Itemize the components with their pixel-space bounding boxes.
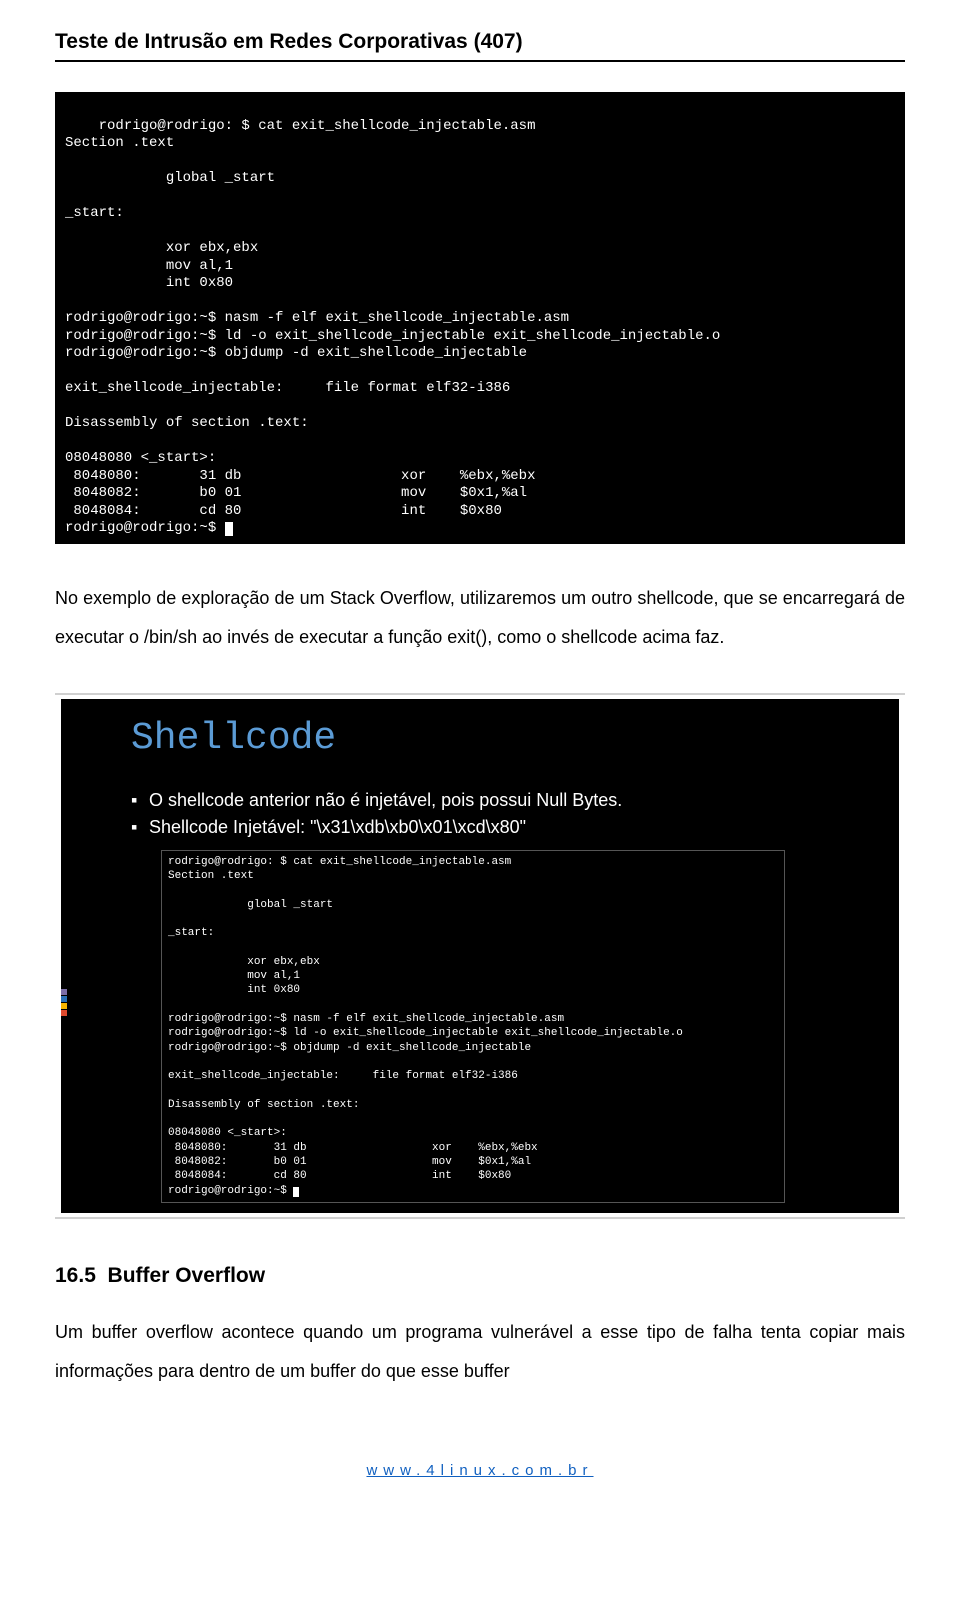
- page-header-title: Teste de Intrusão em Redes Corporativas …: [55, 30, 905, 54]
- section-number: 16.5: [55, 1264, 96, 1287]
- bullet-icon: ▪: [131, 817, 149, 838]
- terminal-output-1: rodrigo@rodrigo: $ cat exit_shellcode_in…: [55, 92, 905, 544]
- terminal-line: 08048080 <_start>:: [65, 450, 216, 466]
- body-paragraph-2: Um buffer overflow acontece quando um pr…: [55, 1313, 905, 1392]
- terminal-line: rodrigo@rodrigo:~$ nasm -f elf exit_shel…: [65, 310, 569, 326]
- slide-title: Shellcode: [101, 717, 859, 760]
- terminal-line: exit_shellcode_injectable: file format e…: [65, 380, 510, 396]
- terminal-line: exit_shellcode_injectable: file format e…: [168, 1070, 518, 1082]
- terminal-line: rodrigo@rodrigo:~$ ld -o exit_shellcode_…: [65, 328, 720, 344]
- accent-block: [61, 1010, 67, 1016]
- terminal-line: 08048080 <_start>:: [168, 1127, 287, 1139]
- cursor-icon: [225, 522, 233, 536]
- terminal-line: int 0x80: [168, 984, 300, 996]
- terminal-line: xor ebx,ebx: [65, 240, 258, 256]
- terminal-line: int 0x80: [65, 275, 233, 291]
- header-rule: [55, 60, 905, 62]
- accent-block: [61, 1003, 67, 1009]
- terminal-line: mov al,1: [65, 258, 233, 274]
- slide-accent-stripe: [61, 989, 67, 1017]
- slide: Shellcode ▪ O shellcode anterior não é i…: [61, 699, 899, 1213]
- terminal-line: global _start: [65, 170, 275, 186]
- terminal-line: 8048084: cd 80 int $0x80: [168, 1170, 511, 1182]
- slide-bullet-text: O shellcode anterior não é injetável, po…: [149, 790, 622, 811]
- terminal-line: Disassembly of section .text:: [65, 415, 309, 431]
- terminal-line: global _start: [168, 899, 333, 911]
- terminal-line: rodrigo@rodrigo: $ cat exit_shellcode_in…: [99, 118, 536, 134]
- cursor-icon: [293, 1187, 299, 1197]
- accent-block: [61, 996, 67, 1002]
- slide-mini-terminal: rodrigo@rodrigo: $ cat exit_shellcode_in…: [161, 850, 785, 1203]
- terminal-line: 8048080: 31 db xor %ebx,%ebx: [65, 468, 535, 484]
- terminal-line: 8048080: 31 db xor %ebx,%ebx: [168, 1142, 538, 1154]
- terminal-line: _start:: [65, 205, 124, 221]
- terminal-line: 8048082: b0 01 mov $0x1,%al: [65, 485, 527, 501]
- terminal-line: rodrigo@rodrigo:~$ nasm -f elf exit_shel…: [168, 1013, 564, 1025]
- section-title: Buffer Overflow: [108, 1264, 266, 1287]
- terminal-line: rodrigo@rodrigo:~$ ld -o exit_shellcode_…: [168, 1027, 683, 1039]
- terminal-line: 8048082: b0 01 mov $0x1,%al: [168, 1156, 531, 1168]
- terminal-line: rodrigo@rodrigo: $ cat exit_shellcode_in…: [168, 856, 511, 868]
- slide-container: Shellcode ▪ O shellcode anterior não é i…: [55, 693, 905, 1219]
- terminal-line: Disassembly of section .text:: [168, 1099, 359, 1111]
- terminal-line: _start:: [168, 927, 214, 939]
- bullet-icon: ▪: [131, 790, 149, 811]
- terminal-line: xor ebx,ebx: [168, 956, 320, 968]
- section-heading: 16.5 Buffer Overflow: [55, 1264, 905, 1288]
- accent-block: [61, 989, 67, 995]
- terminal-line: Section .text: [168, 870, 254, 882]
- terminal-line: mov al,1: [168, 970, 300, 982]
- slide-bullet-text: Shellcode Injetável: "\x31\xdb\xb0\x01\x…: [149, 817, 526, 838]
- terminal-prompt-end: rodrigo@rodrigo:~$: [65, 520, 225, 536]
- terminal-line: rodrigo@rodrigo:~$ objdump -d exit_shell…: [65, 345, 527, 361]
- terminal-line: rodrigo@rodrigo:~$ objdump -d exit_shell…: [168, 1042, 531, 1054]
- body-paragraph-1: No exemplo de exploração de um Stack Ove…: [55, 579, 905, 658]
- terminal-line: Section .text: [65, 135, 174, 151]
- terminal-line: 8048084: cd 80 int $0x80: [65, 503, 502, 519]
- footer-link[interactable]: www.4linux.com.br: [55, 1462, 905, 1479]
- terminal-prompt-end: rodrigo@rodrigo:~$: [168, 1185, 293, 1197]
- slide-bullets: ▪ O shellcode anterior não é injetável, …: [101, 790, 859, 838]
